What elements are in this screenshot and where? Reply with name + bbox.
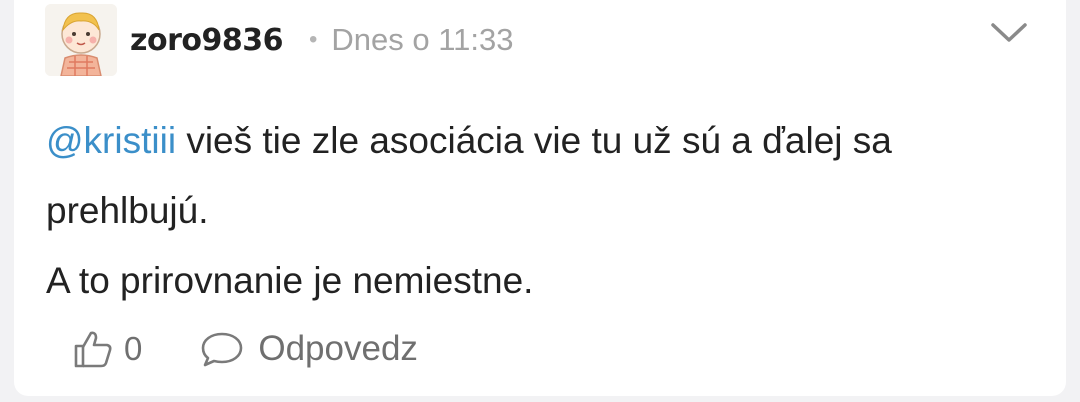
mention-link[interactable]: @kristiii <box>46 120 176 161</box>
reply-label: Odpovedz <box>258 329 418 368</box>
thumbs-up-icon <box>74 331 112 368</box>
reply-button[interactable]: Odpovedz <box>200 329 418 369</box>
avatar[interactable] <box>45 4 117 76</box>
speech-bubble-icon <box>202 332 243 367</box>
like-button[interactable]: 0 <box>72 328 142 370</box>
comment-paragraph-1: @kristiii vieš tie zle asociácia vie tu … <box>46 106 1046 246</box>
child-avatar-icon <box>45 4 117 76</box>
comment-timestamp: Dnes o 11:33 <box>331 22 514 57</box>
author-name[interactable]: zoro9836 <box>130 23 283 58</box>
like-count: 0 <box>124 330 143 367</box>
comment-menu-button[interactable] <box>987 16 1031 50</box>
chevron-down-icon <box>991 23 1027 42</box>
comment-actions: 0 Odpovedz <box>72 326 418 372</box>
comment-body: @kristiii vieš tie zle asociácia vie tu … <box>46 106 1046 316</box>
comment-card: zoro9836 • Dnes o 11:33 @kristiii vieš t… <box>14 0 1066 396</box>
comment-header: zoro9836 • Dnes o 11:33 <box>130 18 514 62</box>
meta-separator: • <box>308 26 318 53</box>
comment-paragraph-2: A to prirovnanie je nemiestne. <box>46 260 534 301</box>
